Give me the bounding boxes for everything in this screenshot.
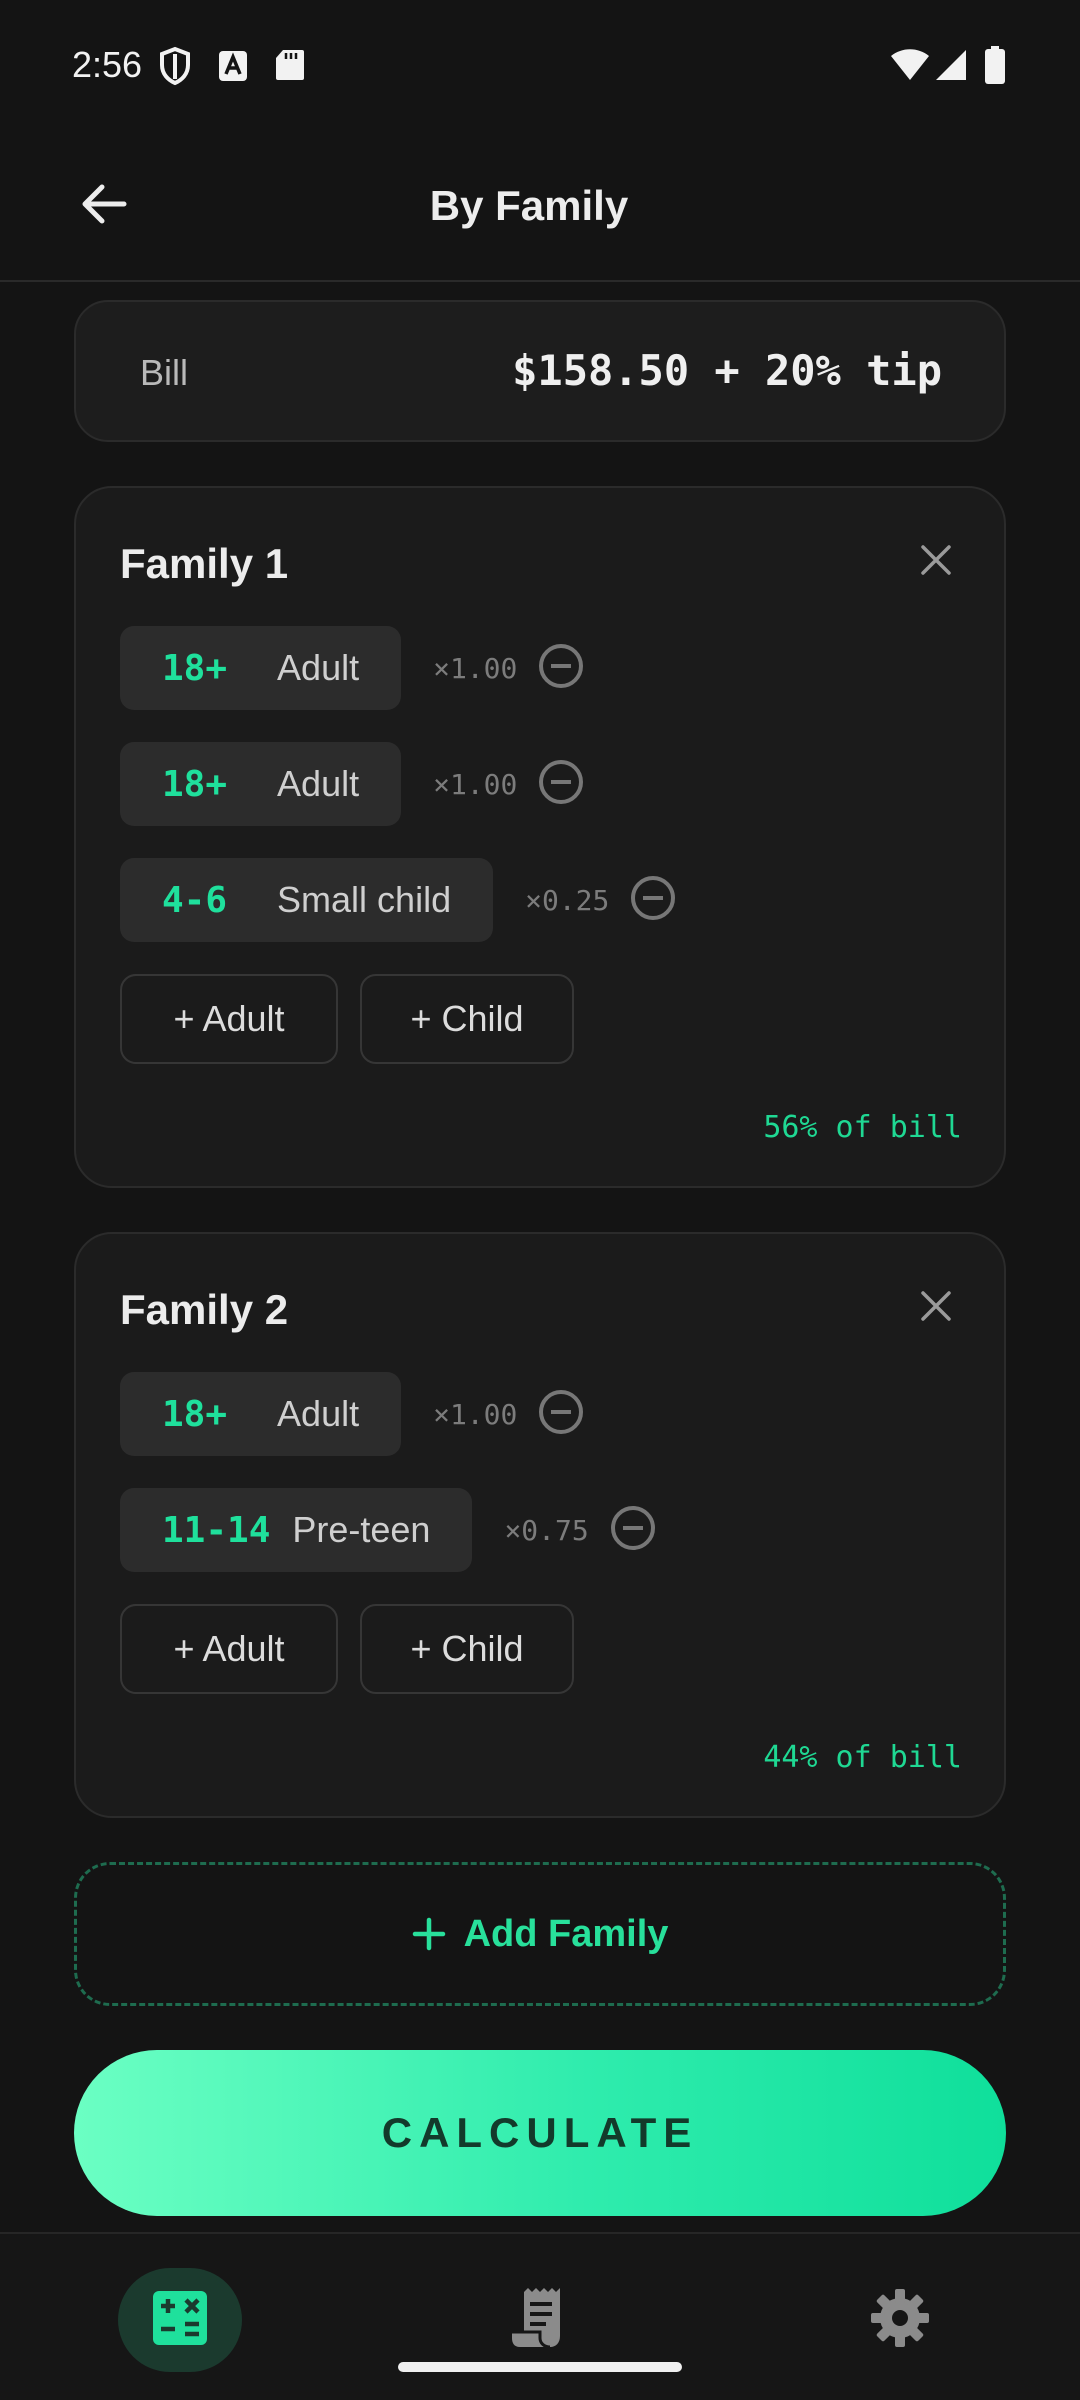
remove-member-button[interactable] [629,875,677,926]
member-kind: Pre-teen [292,1509,431,1550]
member-chip[interactable]: 18+ Adult [120,1372,402,1456]
minus-circle-icon [630,875,676,926]
add-adult-button[interactable]: + Adult [120,1604,338,1694]
shield-icon [158,46,192,86]
remove-member-button[interactable] [537,643,585,694]
settings-icon [869,2287,931,2354]
member-row: 11-14 Pre-teen ×0.75 [120,1488,657,1572]
member-age: 4-6 [162,879,228,921]
family-card: Family 2 18+ Adult ×1.00 11-14 Pre-teen … [74,1232,1006,1818]
battery-icon [984,46,1006,84]
member-row: 18+ Adult ×1.00 [120,1372,585,1456]
minus-circle-icon [538,643,584,694]
member-kind: Small child [277,879,452,920]
member-multiplier: ×0.25 [525,883,610,917]
bill-value: $158.50 + 20% tip [512,346,942,395]
member-multiplier: ×1.00 [433,651,518,685]
receipt-icon [510,2286,570,2355]
add-child-button[interactable]: + Child [360,1604,574,1694]
family-name: Family 2 [120,1286,289,1333]
page-title: By Family [429,182,629,229]
member-row: 4-6 Small child ×0.25 [120,858,677,942]
remove-family-button[interactable] [912,538,960,586]
add-member-row: + Adult + Child [120,974,596,1064]
minus-circle-icon [610,1505,656,1556]
plus-icon [412,1917,446,1951]
add-family-label: Add Family [463,1912,669,1955]
member-multiplier: ×1.00 [433,1397,518,1431]
add-adult-button[interactable]: + Adult [120,974,338,1064]
member-age: 11-14 [162,1509,271,1551]
bill-share: 56% of bill [763,1110,962,1145]
add-member-row: + Adult + Child [120,1604,596,1694]
add-family-button[interactable]: Add Family [74,1862,1006,2006]
member-kind: Adult [277,647,360,688]
sd-card-icon [274,48,306,82]
close-icon [920,1290,952,1327]
member-kind: Adult [277,1393,360,1434]
a-badge-icon [218,50,248,82]
home-indicator[interactable] [398,2362,682,2372]
calculate-button[interactable]: CALCULATE [74,2050,1006,2216]
member-age: 18+ [162,763,228,805]
member-multiplier: ×0.75 [504,1513,589,1547]
calculator-icon [151,2289,209,2352]
remove-member-button[interactable] [609,1505,657,1556]
remove-member-button[interactable] [537,1389,585,1440]
minus-circle-icon [538,759,584,810]
nav-settings[interactable] [838,2268,962,2372]
status-bar: 2:56 [0,0,1080,130]
bottom-navigation [0,2232,1080,2400]
signal-icon [934,48,968,82]
wifi-icon [890,48,930,82]
member-age: 18+ [162,647,228,689]
close-icon [920,544,952,581]
remove-member-button[interactable] [537,759,585,810]
add-child-button[interactable]: + Child [360,974,574,1064]
member-kind: Adult [277,763,360,804]
nav-calculator[interactable] [118,2268,242,2372]
member-chip[interactable]: 18+ Adult [120,626,402,710]
member-multiplier: ×1.00 [433,767,518,801]
member-row: 18+ Adult ×1.00 [120,742,585,826]
member-row: 18+ Adult ×1.00 [120,626,585,710]
remove-family-button[interactable] [912,1284,960,1332]
bill-summary-card[interactable]: Bill $158.50 + 20% tip [74,300,1006,442]
bill-label: Bill [140,352,189,393]
status-time: 2:56 [72,44,143,85]
member-chip[interactable]: 4-6 Small child [120,858,494,942]
family-card: Family 1 18+ Adult ×1.00 18+ Adult ×1.00 [74,486,1006,1188]
member-age: 18+ [162,1393,228,1435]
bill-share: 44% of bill [763,1740,962,1775]
minus-circle-icon [538,1389,584,1440]
family-name: Family 1 [120,540,289,587]
nav-receipts[interactable] [478,2268,602,2372]
member-chip[interactable]: 11-14 Pre-teen [120,1488,473,1572]
app-header: By Family [0,130,1080,282]
member-chip[interactable]: 18+ Adult [120,742,402,826]
